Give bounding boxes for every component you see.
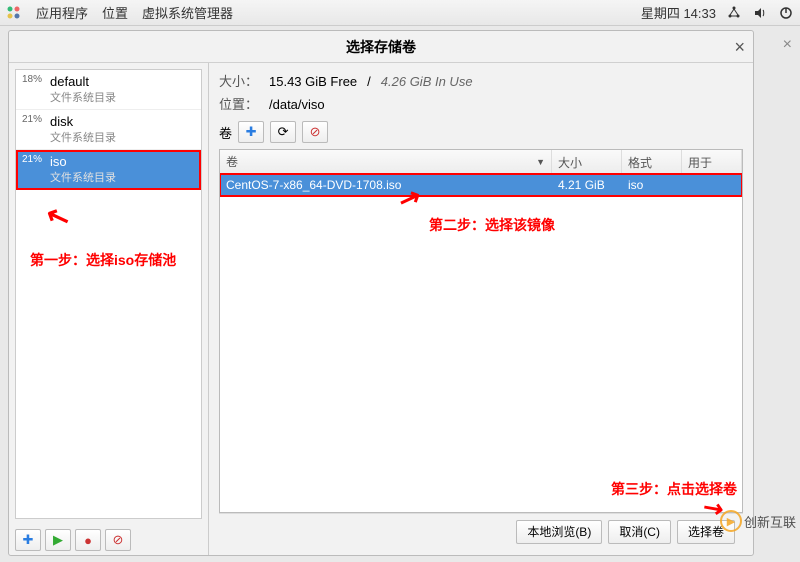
pool-type: 文件系统目录 [50,89,116,105]
volume-table-header: 卷 ▼ 大小 格式 用于 [220,150,742,174]
volumes-label: 卷 [219,123,232,142]
col-usedby[interactable]: 用于 [682,150,742,173]
volume-name: CentOS-7-x86_64-DVD-1708.iso [220,176,552,194]
apps-menu-icon[interactable] [6,5,22,21]
pool-usage: 21% [22,114,46,125]
volume-usedby [682,183,742,187]
start-pool-button[interactable]: ▶ [45,529,71,551]
network-icon[interactable] [726,5,742,21]
pool-usage: 21% [22,154,46,165]
pool-item-iso[interactable]: 21% iso 文件系统目录 [16,150,201,190]
col-format[interactable]: 格式 [622,150,682,173]
size-sep: / [367,74,371,89]
pool-name: default [50,74,116,89]
places-menu[interactable]: 位置 [102,3,128,22]
sort-arrow-icon: ▼ [536,157,545,167]
annotation-step2: 第二步：选择该镜像 [429,215,555,235]
pool-name: disk [50,114,116,129]
size-free: 15.43 GiB Free [269,74,357,89]
annotation-step3: 第三步：点击选择卷 [611,479,737,499]
watermark-text: 创新互联 [744,512,796,531]
cancel-button[interactable]: 取消(C) [608,520,671,544]
add-pool-button[interactable]: ✚ [15,529,41,551]
size-label: 大小： [219,71,259,90]
pool-type: 文件系统目录 [50,129,116,145]
pool-item-disk[interactable]: 21% disk 文件系统目录 [16,110,201,150]
volume-pane: 大小： 15.43 GiB Free / 4.26 GiB In Use 位置：… [209,63,753,555]
volume-icon[interactable] [752,5,768,21]
watermark-icon: ▶ [720,510,742,532]
delete-pool-button[interactable]: ⊘ [105,529,131,551]
dialog-titlebar: 选择存储卷 × [9,31,753,63]
clock[interactable]: 星期四 14:33 [641,3,716,22]
pool-type: 文件系统目录 [50,169,116,185]
browse-local-button[interactable]: 本地浏览(B) [516,520,602,544]
volume-size: 4.21 GiB [552,176,622,194]
location-label: 位置： [219,94,259,113]
outer-close-icon[interactable]: × [783,36,792,54]
delete-volume-button[interactable]: ⊘ [302,121,328,143]
pool-list[interactable]: 18% default 文件系统目录 21% disk 文件系统目录 21% [15,69,202,519]
refresh-volumes-button[interactable]: ⟳ [270,121,296,143]
pool-name: iso [50,154,116,169]
app-title[interactable]: 虚拟系统管理器 [142,3,233,22]
col-volume[interactable]: 卷 ▼ [220,150,552,173]
desktop-top-panel: 应用程序 位置 虚拟系统管理器 星期四 14:33 [0,0,800,26]
stop-pool-button[interactable]: ● [75,529,101,551]
annotation-arrow-1: ↖ [41,197,74,236]
pool-usage: 18% [22,74,46,85]
power-icon[interactable] [778,5,794,21]
add-volume-button[interactable]: ✚ [238,121,264,143]
storage-volume-dialog: 选择存储卷 × 18% default 文件系统目录 21% disk 文件系统… [8,30,754,556]
volume-row[interactable]: CentOS-7-x86_64-DVD-1708.iso 4.21 GiB is… [220,174,742,196]
annotation-step1: 第一步：选择iso存储池 [30,250,176,270]
apps-menu[interactable]: 应用程序 [36,3,88,22]
pool-pane: 18% default 文件系统目录 21% disk 文件系统目录 21% [9,63,209,555]
volume-format: iso [622,176,682,194]
watermark: ▶ 创新互联 [720,510,796,532]
volume-table[interactable]: 卷 ▼ 大小 格式 用于 CentOS-7-x86_64-DVD-1708.is… [219,149,743,513]
location-value: /data/viso [269,97,325,112]
size-inuse: 4.26 GiB In Use [381,74,473,89]
col-size[interactable]: 大小 [552,150,622,173]
dialog-close-button[interactable]: × [734,37,745,58]
pool-item-default[interactable]: 18% default 文件系统目录 [16,70,201,110]
dialog-title: 选择存储卷 [346,37,416,57]
pool-toolbar: ✚ ▶ ● ⊘ [9,525,208,555]
dialog-action-bar: 本地浏览(B) 取消(C) 选择卷 [219,513,743,549]
